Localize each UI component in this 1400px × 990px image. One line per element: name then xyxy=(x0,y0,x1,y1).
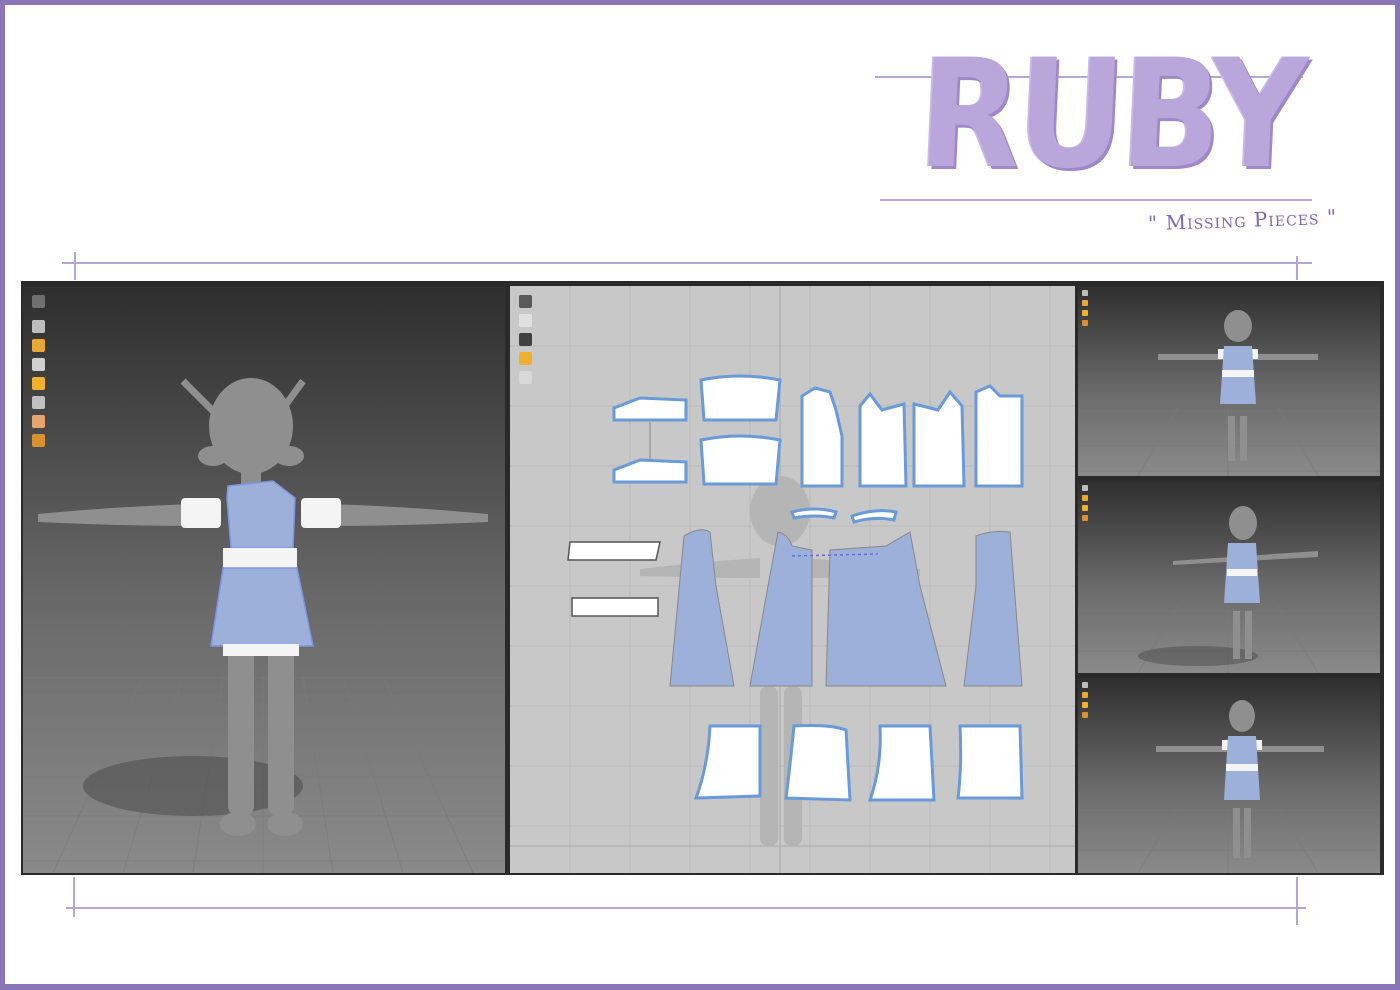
viewport-2d-toolbar xyxy=(519,295,532,390)
garment-icon[interactable] xyxy=(32,320,45,333)
texture-icon[interactable] xyxy=(32,434,45,447)
guide-line-bottom xyxy=(66,907,1306,909)
viewport-3d-toolbar xyxy=(32,295,45,453)
avatar-icon[interactable] xyxy=(1082,682,1088,688)
transform-icon[interactable] xyxy=(1082,692,1088,698)
avatar-icon[interactable] xyxy=(1082,485,1088,491)
transform-icon[interactable] xyxy=(32,339,45,352)
transform-icon[interactable] xyxy=(1082,495,1088,501)
guide-line-top xyxy=(62,262,1312,264)
pen-icon[interactable] xyxy=(519,295,532,308)
skin-icon[interactable] xyxy=(32,415,45,428)
fold-icon[interactable] xyxy=(1082,702,1088,708)
guide-line-left-top xyxy=(74,252,76,280)
thumb-viewport-three-quarter[interactable] xyxy=(1078,481,1380,673)
sewing-icon[interactable] xyxy=(519,333,532,346)
viewport-3d-main[interactable] xyxy=(23,286,505,873)
thumb-viewport-front[interactable] xyxy=(1078,286,1380,476)
guide-line-right-bottom xyxy=(1296,877,1298,925)
thumb-toolbar-front xyxy=(1082,290,1088,330)
lock-icon[interactable] xyxy=(519,371,532,384)
select-icon[interactable] xyxy=(519,314,532,327)
screenshot-strip xyxy=(21,281,1384,875)
transform-icon[interactable] xyxy=(1082,300,1088,306)
pin-icon[interactable] xyxy=(32,358,45,371)
guide-line-left-bottom xyxy=(73,877,75,917)
avatar-icon[interactable] xyxy=(32,295,45,308)
texture-icon[interactable] xyxy=(1082,712,1088,718)
measure-icon[interactable] xyxy=(32,396,45,409)
fold-icon[interactable] xyxy=(1082,310,1088,316)
texture-icon[interactable] xyxy=(1082,320,1088,326)
title-block: RUBY xyxy=(905,18,1307,218)
fold-icon[interactable] xyxy=(1082,505,1088,511)
thumb-toolbar-three-quarter xyxy=(1082,485,1088,525)
page-title: RUBY xyxy=(915,28,1307,202)
thumb-toolbar-back xyxy=(1082,682,1088,722)
fold-icon[interactable] xyxy=(519,352,532,365)
thumb-viewport-back[interactable] xyxy=(1078,678,1380,873)
avatar-icon[interactable] xyxy=(1082,290,1088,296)
viewport-2d-pattern[interactable] xyxy=(510,286,1075,873)
guide-line-right-top xyxy=(1296,256,1298,280)
texture-icon[interactable] xyxy=(1082,515,1088,521)
fold-icon[interactable] xyxy=(32,377,45,390)
